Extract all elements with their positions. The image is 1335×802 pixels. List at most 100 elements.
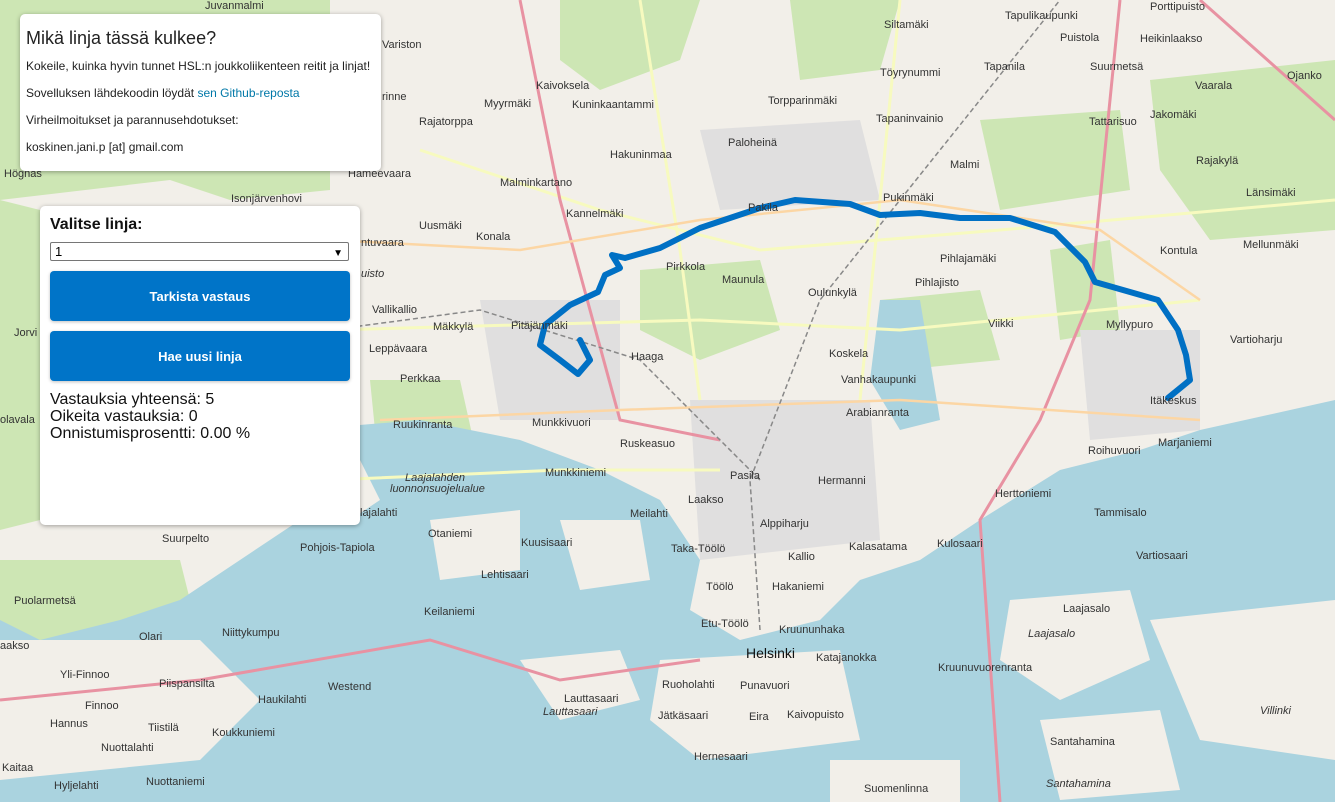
map-label: Kalasatama — [849, 541, 908, 553]
game-panel: Valitse linja: 1 ▼ Tarkista vastaus Hae … — [40, 206, 360, 525]
info-panel: Mikä linja tässä kulkee? Kokeile, kuinka… — [20, 14, 381, 171]
map-label: Ruoholahti — [662, 679, 715, 691]
map-label: Etu-Töölö — [701, 618, 749, 630]
map-label: Hermanni — [818, 475, 866, 487]
map-label: Hannus — [50, 718, 88, 730]
page-title: Mikä linja tässä kulkee? — [26, 28, 217, 48]
map-label: Ojanko — [1287, 70, 1322, 82]
map-label: Vartioharju — [1230, 334, 1282, 346]
map-label: Haukilahti — [258, 694, 306, 706]
map-label: ntuvaara — [361, 237, 405, 249]
map-label: Suomenlinna — [864, 783, 929, 795]
map-label: aakso — [0, 640, 29, 652]
map-label: Lauttasaari — [564, 693, 618, 705]
map-label: Piispansilta — [159, 678, 216, 690]
new-line-button[interactable]: Hae uusi linja — [50, 331, 350, 381]
map-label: Helsinki — [746, 645, 795, 661]
map-label: Santahamina — [1046, 778, 1111, 790]
map-label: Hyljelahti — [54, 780, 99, 792]
map-label: Mäkkylä — [433, 321, 474, 333]
map-label: Arabianranta — [846, 407, 910, 419]
map-label: Myllypuro — [1106, 319, 1153, 331]
map-label: Rajakylä — [1196, 155, 1239, 167]
map-label: Malminkartano — [500, 177, 572, 189]
map-label: Westend — [328, 681, 371, 693]
map-label: Kannelmäki — [566, 208, 623, 220]
map-label: Jätkäsaari — [658, 710, 708, 722]
github-link[interactable]: sen Github-reposta — [197, 86, 299, 100]
map-label: Tapaninvainio — [876, 113, 943, 125]
map-label: Itäkeskus — [1150, 395, 1197, 407]
map-label: rinne — [382, 91, 406, 103]
map-label: Suurpelto — [162, 533, 209, 545]
stats: Vastauksia yhteensä: 5 Oikeita vastauksi… — [50, 391, 350, 442]
map-label: Laajasalo — [1063, 603, 1110, 615]
map-label: Heikinlaakso — [1140, 33, 1202, 45]
map-label: Yli-Finnoo — [60, 669, 110, 681]
map-label: Pukinmäki — [883, 192, 934, 204]
map-label: Isonjärvenhovi — [231, 193, 302, 205]
map-label: Pihlajamäki — [940, 253, 996, 265]
map-label: Rajatorppa — [419, 116, 474, 128]
map-label: Munkkiniemi — [545, 467, 606, 479]
map-label: Ruskeasuo — [620, 438, 675, 450]
source-text: Sovelluksen lähdekoodin löydät sen Githu… — [26, 86, 375, 100]
map-label: Vartiosaari — [1136, 550, 1188, 562]
map-label: Hakaniemi — [772, 581, 824, 593]
map-label: Pakila — [748, 202, 779, 214]
map-label: Munkkivuori — [532, 417, 591, 429]
intro-text: Kokeile, kuinka hyvin tunnet HSL:n joukk… — [26, 59, 371, 73]
map-label: Paloheinä — [728, 137, 778, 149]
map-label: Punavuori — [740, 680, 790, 692]
map-label: Koskela — [829, 348, 869, 360]
map-label: Jorvi — [14, 327, 37, 339]
map-label: Nuottalahti — [101, 742, 154, 754]
check-answer-button[interactable]: Tarkista vastaus — [50, 271, 350, 321]
map-label: uisto — [361, 268, 384, 280]
map-label: Lauttasaari — [543, 706, 598, 718]
map-label: Kulosaari — [937, 538, 983, 550]
map-label: Keilaniemi — [424, 606, 475, 618]
map-label: lajalahti — [360, 507, 397, 519]
map-label: Jakomäki — [1150, 109, 1196, 121]
map-label: Tapanila — [984, 61, 1026, 73]
map-label: Eira — [749, 711, 769, 723]
map-label: Kontula — [1160, 245, 1198, 257]
map-label: Siltamäki — [884, 19, 929, 31]
map-label: Pohjois-Tapiola — [300, 542, 375, 554]
map-label: Kruunuvuorenranta — [938, 662, 1033, 674]
map-label: Koukkuniemi — [212, 727, 275, 739]
map-label: Herttoniemi — [995, 488, 1051, 500]
map-label: Laakso — [688, 494, 723, 506]
line-select[interactable]: 1 ▼ — [50, 242, 349, 261]
map-label: Suurmetsä — [1090, 61, 1144, 73]
map-label: Hakuninmaa — [610, 149, 673, 161]
map-label: Uusmäki — [419, 220, 462, 232]
map-label: Malmi — [950, 159, 979, 171]
map-label: Porttipuisto — [1150, 1, 1205, 13]
map-label: Puistola — [1060, 32, 1100, 44]
map-label: Mellunmäki — [1243, 239, 1299, 251]
map-label: Villinki — [1260, 705, 1292, 717]
line-select-value: 1 — [55, 244, 63, 259]
source-prefix: Sovelluksen lähdekoodin löydät — [26, 86, 198, 100]
map-label: Juvanmalmi — [205, 0, 264, 12]
map-label: Tammisalo — [1094, 507, 1147, 519]
map-label: Pirkkola — [666, 261, 706, 273]
map-label: Kallio — [788, 551, 815, 563]
map-label: Torpparinmäki — [768, 95, 837, 107]
map-label: Olari — [139, 631, 162, 643]
map-label: Variston — [382, 39, 422, 51]
select-line-label: Valitse linja: — [50, 216, 143, 233]
map-label: Santahamina — [1050, 736, 1116, 748]
map-label: Pasila — [730, 470, 761, 482]
map-label: Kuninkaantammi — [572, 99, 654, 111]
map-label: Leppävaara — [369, 343, 428, 355]
map-label: Vanhakaupunki — [841, 374, 916, 386]
map-label: Länsimäki — [1246, 187, 1296, 199]
map-label: Otaniemi — [428, 528, 472, 540]
map-label: Alppiharju — [760, 518, 809, 530]
map-label: Tiistilä — [148, 722, 180, 734]
chevron-down-icon: ▼ — [333, 248, 343, 259]
map-label: Töyrynummi — [880, 67, 941, 79]
